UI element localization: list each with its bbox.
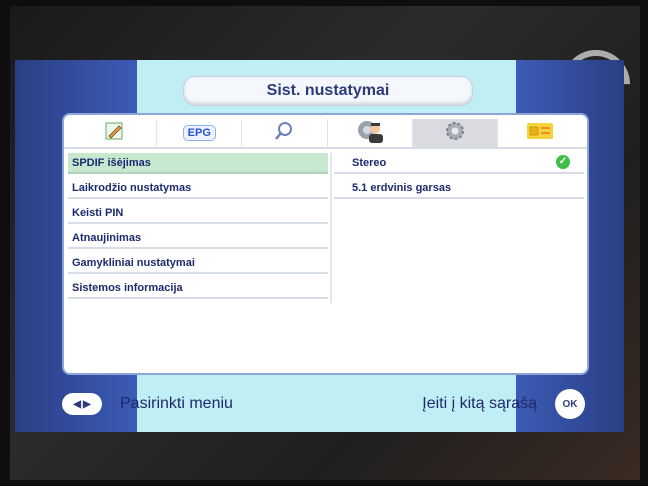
settings-menu: SPDIF išėjimas Laikrodžio nustatymas Kei… (68, 153, 328, 303)
left-arrow-icon: ◀ (73, 398, 81, 410)
tab-divider (64, 147, 587, 149)
technician-icon (355, 118, 385, 149)
option-label: Stereo (352, 156, 387, 169)
option-surround[interactable]: 5.1 erdvinis garsas (334, 178, 584, 199)
checkmark-icon: ✓ (556, 155, 570, 169)
gear-icon (444, 120, 466, 147)
menu-item-change-pin[interactable]: Keisti PIN (68, 203, 328, 224)
footer-enter-list-hint: Įeiti į kitą sąrašą (422, 395, 537, 412)
tab-epg[interactable]: EPG (157, 119, 243, 147)
left-right-arrows-icon: ◀ ▶ (62, 393, 102, 415)
smartcard-icon (526, 121, 554, 146)
tab-settings[interactable] (412, 119, 498, 147)
epg-label: EPG (182, 125, 216, 141)
tab-search[interactable] (242, 119, 328, 147)
option-stereo[interactable]: Stereo ✓ (334, 153, 584, 174)
right-arrow-icon: ▶ (83, 398, 91, 410)
menu-item-system-info[interactable]: Sistemos informacija (68, 278, 328, 299)
spdif-options: Stereo ✓ 5.1 erdvinis garsas (334, 153, 584, 203)
pencil-icon (103, 120, 125, 147)
footer-select-menu-hint: Pasirinkti meniu (120, 395, 233, 412)
settings-panel: EPG SPDIF išėjimas Laikrodžio nustatymas… (62, 113, 589, 375)
menu-item-factory-reset[interactable]: Gamykliniai nustatymai (68, 253, 328, 274)
tab-install[interactable] (328, 119, 413, 147)
footer-bar: ◀ ▶ Pasirinkti meniu Įeiti į kitą sąrašą… (62, 384, 589, 424)
column-divider (330, 153, 332, 303)
option-label: 5.1 erdvinis garsas (352, 181, 452, 194)
ok-button[interactable]: OK (555, 389, 585, 419)
magnifier-icon (274, 121, 294, 146)
tab-edit[interactable] (72, 119, 158, 147)
tab-bar: EPG (72, 119, 582, 147)
page-title: Sist. nustatymai (183, 76, 473, 106)
tab-card[interactable] (498, 119, 582, 147)
menu-item-update[interactable]: Atnaujinimas (68, 228, 328, 249)
menu-item-clock[interactable]: Laikrodžio nustatymas (68, 178, 328, 199)
menu-item-spdif[interactable]: SPDIF išėjimas (68, 153, 328, 174)
